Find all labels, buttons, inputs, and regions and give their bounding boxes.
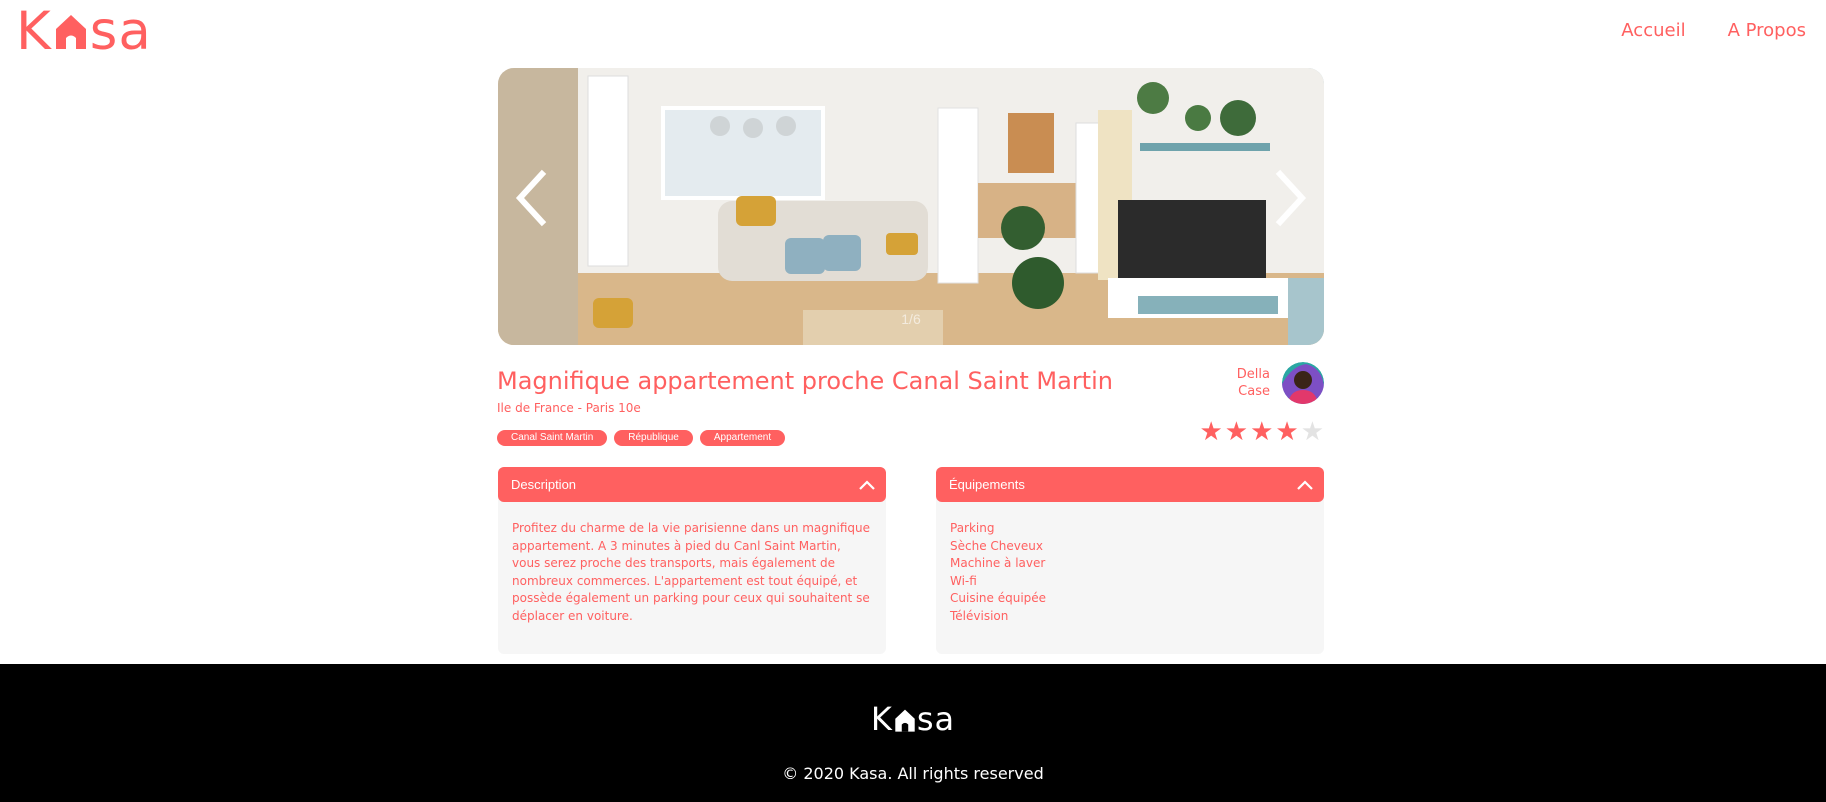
nav-link-about[interactable]: A Propos (1728, 20, 1806, 41)
tag: Appartement (699, 430, 786, 446)
main-nav: Accueil A Propos (1621, 20, 1806, 41)
list-item: Sèche Cheveux (950, 538, 1043, 553)
listing-location: Ile de France - Paris 10e (497, 401, 641, 415)
description-collapse-header[interactable]: Description (498, 467, 886, 502)
description-title: Description (511, 477, 577, 492)
list-item: Télévision (950, 608, 1009, 623)
chevron-up-icon[interactable] (1296, 479, 1314, 491)
list-item: Cuisine équipée (950, 591, 1047, 605)
equipments-title: Équipements (949, 477, 1025, 492)
star-icon: ★ (1199, 416, 1223, 446)
footer-logo-letters-sa: sa (916, 700, 956, 738)
tag: République (614, 430, 693, 446)
host-last-name: Case (1238, 384, 1270, 399)
equipments-collapse-header[interactable]: Équipements (936, 467, 1324, 502)
logo-letters-sa: sa (89, 0, 152, 62)
host-name: Della Case (1237, 366, 1270, 400)
chevron-up-icon[interactable] (858, 479, 876, 491)
footer: Ksa © 2020 Kasa. All rights reserved (0, 664, 1826, 802)
house-icon (895, 709, 915, 732)
equipment-list: Parking Sèche Cheveux Machine à laver Wi… (950, 520, 1310, 625)
logo-letter-k: K (16, 0, 52, 62)
star-icon: ★ (1224, 416, 1249, 446)
house-icon (55, 15, 86, 49)
star-icon: ★ (1250, 416, 1274, 446)
kasa-logo[interactable]: K sa (16, 4, 152, 58)
copyright-text: © 2020 Kasa. All rights reserved (782, 764, 1044, 783)
equipments-collapse: Équipements Parking Sèche Cheveux Machin… (936, 467, 1324, 654)
list-item: Parking (950, 521, 995, 535)
chevron-left-icon[interactable] (512, 168, 552, 228)
star-icon: ★ (1300, 416, 1324, 446)
tag: Canal Saint Martin (497, 430, 608, 446)
avatar (1282, 362, 1324, 404)
chevron-right-icon[interactable] (1270, 168, 1310, 228)
listing-title: Magnifique appartement proche Canal Sain… (497, 367, 1113, 395)
star-rating: ★ ★ ★ ★ ★ (1199, 418, 1324, 444)
photo-carousel: 1/6 (498, 68, 1324, 345)
footer-logo: Ksa (0, 700, 1826, 738)
list-item: Wi-fi (950, 573, 977, 588)
list-item: Machine à laver (950, 556, 1046, 570)
nav-link-home[interactable]: Accueil (1621, 20, 1685, 41)
equipments-body: Parking Sèche Cheveux Machine à laver Wi… (936, 502, 1324, 643)
description-text: Profitez du charme de la vie parisienne … (512, 521, 870, 623)
star-icon: ★ (1275, 416, 1299, 446)
host-first-name: Della (1236, 367, 1270, 382)
header: K sa Accueil A Propos (0, 0, 1826, 66)
carousel-counter: 1/6 (901, 311, 921, 327)
tag-list: Canal Saint Martin République Appartemen… (497, 430, 786, 446)
description-collapse: Description Profitez du charme de la vie… (498, 467, 886, 654)
apartment-photo (498, 68, 1324, 345)
host-info: Della Case (1237, 362, 1324, 404)
footer-logo-letter-k: K (870, 700, 893, 738)
